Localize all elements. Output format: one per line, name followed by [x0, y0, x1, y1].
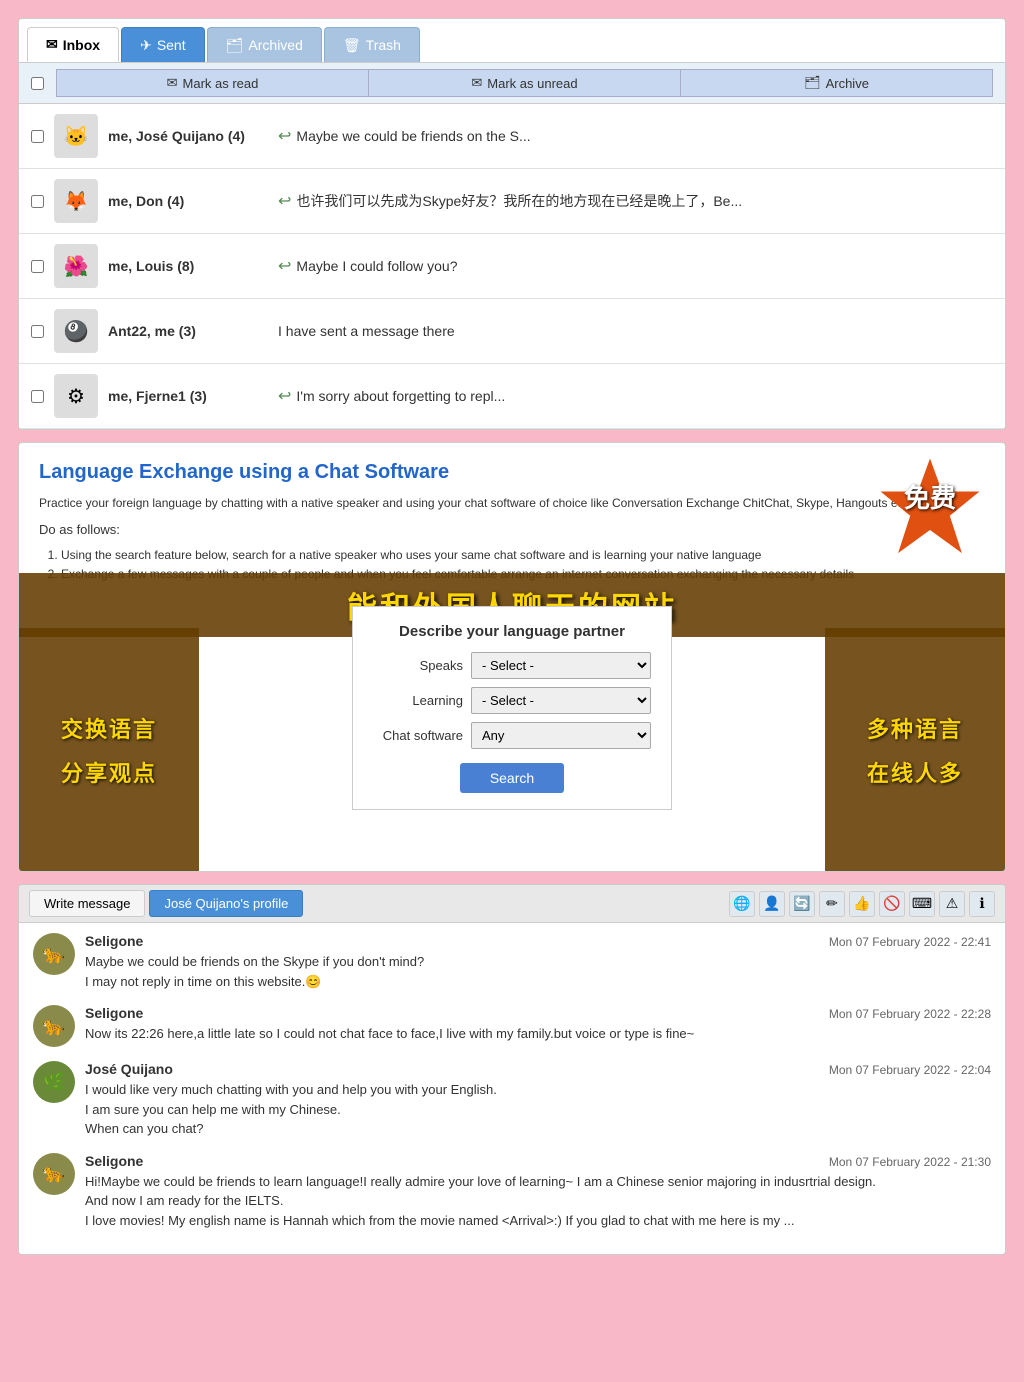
form-panel-wrapper: Describe your language partner Speaks - … — [39, 596, 985, 810]
learning-select[interactable]: - Select - — [471, 687, 651, 714]
table-row[interactable]: ⚙ me, Fjerne1 (3) ↩ I'm sorry about forg… — [19, 364, 1005, 429]
inbox-section: ✉ Inbox ✈ Sent 🗂 Archived 🗑 Trash ✉ Mark… — [18, 18, 1006, 430]
learning-row: Learning - Select - — [373, 687, 651, 714]
learning-label: Learning — [373, 693, 463, 708]
avatar: ⚙ — [54, 374, 98, 418]
chat-message: 🐆 Seligone Mon 07 February 2022 - 22:41 … — [33, 933, 991, 991]
reply-icon: ↩ — [278, 191, 291, 211]
tab-sent[interactable]: ✈ Sent — [121, 27, 205, 62]
avatar: 🐆 — [33, 1153, 75, 1195]
edit-icon[interactable]: ✏ — [819, 891, 845, 917]
chat-section: Write message José Quijano's profile 🌐 👤… — [18, 884, 1006, 1255]
select-all-checkbox[interactable] — [31, 77, 44, 90]
language-exchange-section: Language Exchange using a Chat Software … — [18, 442, 1006, 872]
message-content: José Quijano Mon 07 February 2022 - 22:0… — [85, 1061, 991, 1139]
mark-read-icon: ✉ — [167, 75, 178, 91]
lang-section-title: Language Exchange using a Chat Software — [39, 461, 985, 484]
chat-header: Write message José Quijano's profile 🌐 👤… — [19, 885, 1005, 923]
table-row[interactable]: 🐱 me, José Quijano (4) ↩ Maybe we could … — [19, 104, 1005, 169]
table-row[interactable]: 🌺 me, Louis (8) ↩ Maybe I could follow y… — [19, 234, 1005, 299]
list-item: Using the search feature below, search f… — [61, 546, 985, 565]
avatar: 🦊 — [54, 179, 98, 223]
speaks-label: Speaks — [373, 658, 463, 673]
tab-write-message[interactable]: Write message — [29, 890, 145, 917]
row-checkbox[interactable] — [31, 130, 44, 143]
user-icon[interactable]: 👤 — [759, 891, 785, 917]
inbox-icon: ✉ — [46, 36, 58, 53]
avatar: 🌿 — [33, 1061, 75, 1103]
lang-section-description: Practice your foreign language by chatti… — [39, 494, 985, 512]
message-header: Seligone Mon 07 February 2022 - 22:41 — [85, 933, 991, 949]
promo-star-text: 免费 — [875, 478, 985, 515]
chat-software-row: Chat software Any — [373, 722, 651, 749]
mark-read-button[interactable]: ✉ Mark as read — [56, 69, 368, 97]
mark-unread-button[interactable]: ✉ Mark as unread — [368, 69, 680, 97]
avatar: 🎱 — [54, 309, 98, 353]
row-checkbox[interactable] — [31, 325, 44, 338]
message-content: Seligone Mon 07 February 2022 - 22:41 Ma… — [85, 933, 991, 991]
archive-button[interactable]: 🗂 Archive — [680, 69, 993, 97]
row-checkbox[interactable] — [31, 390, 44, 403]
promo-star-badge: 免费 — [875, 453, 985, 563]
speaks-row: Speaks - Select - — [373, 652, 651, 679]
search-button[interactable]: Search — [460, 763, 564, 793]
info-icon[interactable]: ℹ — [969, 891, 995, 917]
chat-message: 🐆 Seligone Mon 07 February 2022 - 21:30 … — [33, 1153, 991, 1231]
search-panel-title: Describe your language partner — [373, 623, 651, 640]
reply-icon: ↩ — [278, 386, 291, 406]
chat-message: 🌿 José Quijano Mon 07 February 2022 - 22… — [33, 1061, 991, 1139]
archive-icon: 🗂 — [804, 75, 821, 91]
message-header: Seligone Mon 07 February 2022 - 22:28 — [85, 1005, 991, 1021]
chat-messages: 🐆 Seligone Mon 07 February 2022 - 22:41 … — [19, 923, 1005, 1254]
do-as-label: Do as follows: — [39, 520, 985, 540]
message-header: José Quijano Mon 07 February 2022 - 22:0… — [85, 1061, 991, 1077]
archived-icon: 🗂 — [226, 37, 244, 54]
tab-profile[interactable]: José Quijano's profile — [149, 890, 303, 917]
chat-message: 🐆 Seligone Mon 07 February 2022 - 22:28 … — [33, 1005, 991, 1047]
mark-unread-icon: ✉ — [471, 75, 482, 91]
tab-inbox[interactable]: ✉ Inbox — [27, 27, 119, 62]
chat-tabs: Write message José Quijano's profile — [29, 890, 303, 917]
avatar: 🌺 — [54, 244, 98, 288]
speaks-select[interactable]: - Select - — [471, 652, 651, 679]
trash-icon: 🗑 — [343, 37, 361, 54]
globe-icon[interactable]: 🌐 — [729, 891, 755, 917]
table-row[interactable]: 🦊 me, Don (4) ↩ 也许我们可以先成为Skype好友？我所在的地方现… — [19, 169, 1005, 234]
message-content: Seligone Mon 07 February 2022 - 21:30 Hi… — [85, 1153, 991, 1231]
avatar: 🐆 — [33, 1005, 75, 1047]
reply-icon: ↩ — [278, 256, 291, 276]
chat-software-select[interactable]: Any — [471, 722, 651, 749]
message-content: Seligone Mon 07 February 2022 - 22:28 No… — [85, 1005, 991, 1044]
warning-icon[interactable]: ⚠ — [939, 891, 965, 917]
sent-icon: ✈ — [140, 37, 152, 54]
tab-archived[interactable]: 🗂 Archived — [207, 27, 322, 62]
reply-icon: ↩ — [278, 126, 291, 146]
message-header: Seligone Mon 07 February 2022 - 21:30 — [85, 1153, 991, 1169]
table-row[interactable]: 🎱 Ant22, me (3) I have sent a message th… — [19, 299, 1005, 364]
tab-trash[interactable]: 🗑 Trash — [324, 27, 420, 62]
avatar: 🐱 — [54, 114, 98, 158]
keyboard-icon[interactable]: ⌨ — [909, 891, 935, 917]
chat-toolbar: 🌐 👤 🔄 ✏ 👍 🚫 ⌨ ⚠ ℹ — [729, 891, 995, 917]
refresh-icon[interactable]: 🔄 — [789, 891, 815, 917]
avatar: 🐆 — [33, 933, 75, 975]
thumbs-up-icon[interactable]: 👍 — [849, 891, 875, 917]
action-bar: ✉ Mark as read ✉ Mark as unread 🗂 Archiv… — [19, 63, 1005, 104]
block-icon[interactable]: 🚫 — [879, 891, 905, 917]
row-checkbox[interactable] — [31, 195, 44, 208]
tabs-row: ✉ Inbox ✈ Sent 🗂 Archived 🗑 Trash — [19, 19, 1005, 63]
search-panel: Describe your language partner Speaks - … — [352, 606, 672, 810]
row-checkbox[interactable] — [31, 260, 44, 273]
chat-software-label: Chat software — [373, 728, 463, 743]
